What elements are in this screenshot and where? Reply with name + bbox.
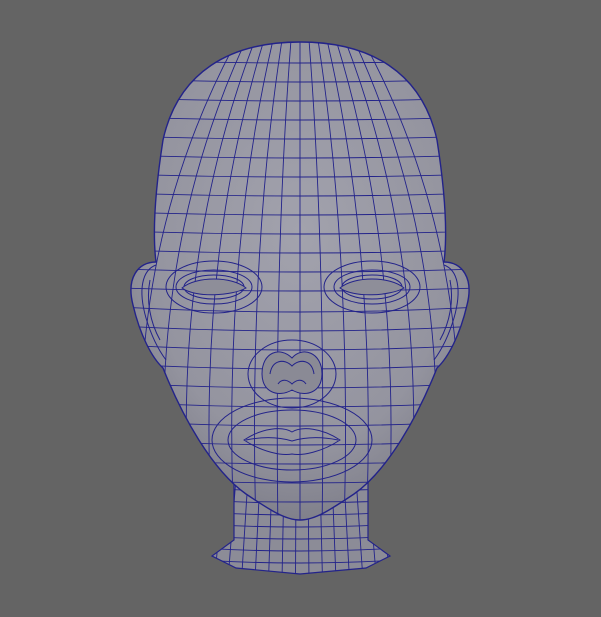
- neck-edge-loop-vertical: [379, 480, 390, 574]
- head-wireframe-mesh[interactable]: [0, 0, 601, 617]
- modeling-viewport[interactable]: [0, 0, 601, 617]
- neck-edge-loop-vertical: [392, 478, 403, 576]
- neck-edge-loop-vertical: [212, 480, 213, 574]
- head-mesh: [130, 41, 470, 521]
